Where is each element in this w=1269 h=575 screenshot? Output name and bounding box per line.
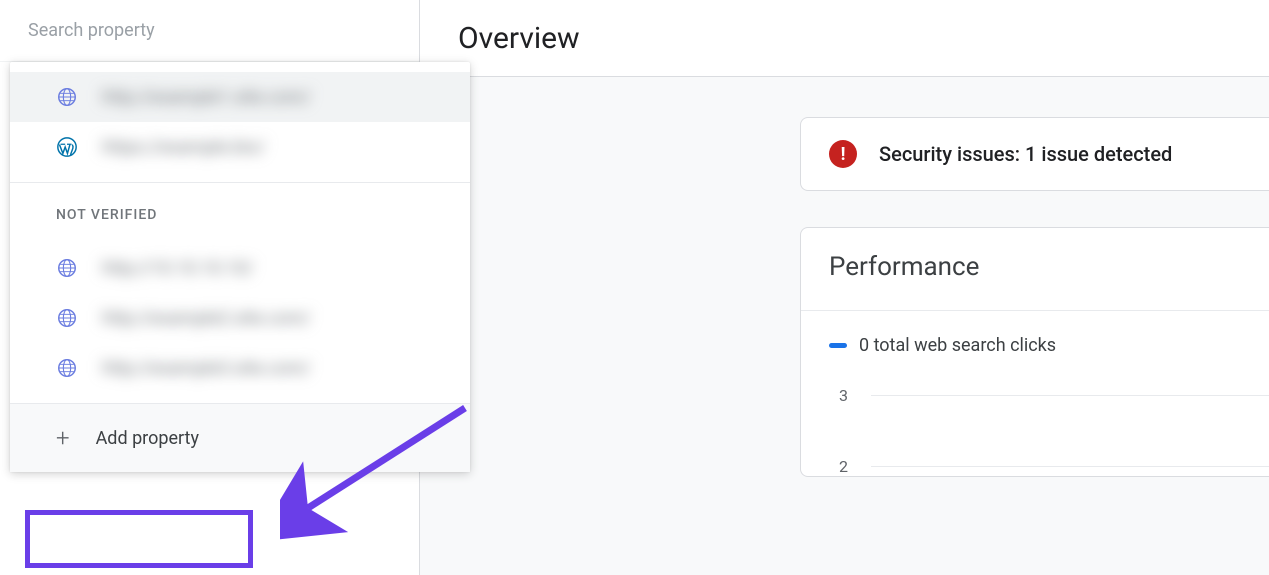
plus-icon: + <box>56 426 70 450</box>
property-item[interactable]: http://10.10.10.10/ <box>10 243 470 293</box>
axis-value: 2 <box>839 457 851 476</box>
add-property-label: Add property <box>96 428 199 449</box>
property-label: http://10.10.10.10/ <box>102 258 254 279</box>
error-icon: ! <box>829 140 857 168</box>
performance-card: Performance 0 total web search clicks 3 … <box>800 227 1269 477</box>
security-alert-text: Security issues: 1 issue detected <box>879 142 1172 166</box>
globe-icon <box>56 257 78 279</box>
axis-tick: 3 <box>839 386 1269 405</box>
globe-icon <box>56 307 78 329</box>
content-area: ! Security issues: 1 issue detected Perf… <box>420 77 1269 575</box>
verified-properties: http://example1.site.com/ https://exampl… <box>10 62 470 182</box>
property-label: http://example2.site.com/ <box>102 308 311 329</box>
globe-icon <box>56 86 78 108</box>
globe-icon <box>56 357 78 379</box>
performance-title: Performance <box>829 252 1269 282</box>
gridline <box>871 395 1269 396</box>
axis-tick: 2 <box>839 457 1269 476</box>
series-color-icon <box>829 343 847 348</box>
chart-y-axis: 3 2 <box>829 386 1269 476</box>
wordpress-icon <box>56 136 78 158</box>
property-label: https://example.bio/ <box>102 137 265 158</box>
add-property-button[interactable]: + Add property <box>10 403 470 472</box>
clicks-label: 0 total web search clicks <box>859 335 1056 356</box>
not-verified-heading: NOT VERIFIED <box>10 183 470 233</box>
clicks-legend: 0 total web search clicks <box>829 335 1269 356</box>
search-property-bar[interactable] <box>0 0 419 62</box>
property-label: http://example3.site.com/ <box>102 358 311 379</box>
main-content: Overview ! Security issues: 1 issue dete… <box>420 0 1269 575</box>
property-item[interactable]: https://example.bio/ <box>10 122 470 172</box>
security-alert-card[interactable]: ! Security issues: 1 issue detected <box>800 117 1269 191</box>
unverified-properties: http://10.10.10.10/ http://example2.site… <box>10 233 470 403</box>
property-label: http://example1.site.com/ <box>102 87 311 108</box>
property-item[interactable]: http://example3.site.com/ <box>10 343 470 393</box>
page-title: Overview <box>420 0 1269 77</box>
divider <box>801 310 1269 311</box>
property-dropdown: http://example1.site.com/ https://exampl… <box>10 62 470 472</box>
gridline <box>871 466 1269 467</box>
property-item[interactable]: http://example1.site.com/ <box>10 72 470 122</box>
search-input[interactable] <box>28 20 391 41</box>
axis-value: 3 <box>839 386 851 405</box>
property-item[interactable]: http://example2.site.com/ <box>10 293 470 343</box>
